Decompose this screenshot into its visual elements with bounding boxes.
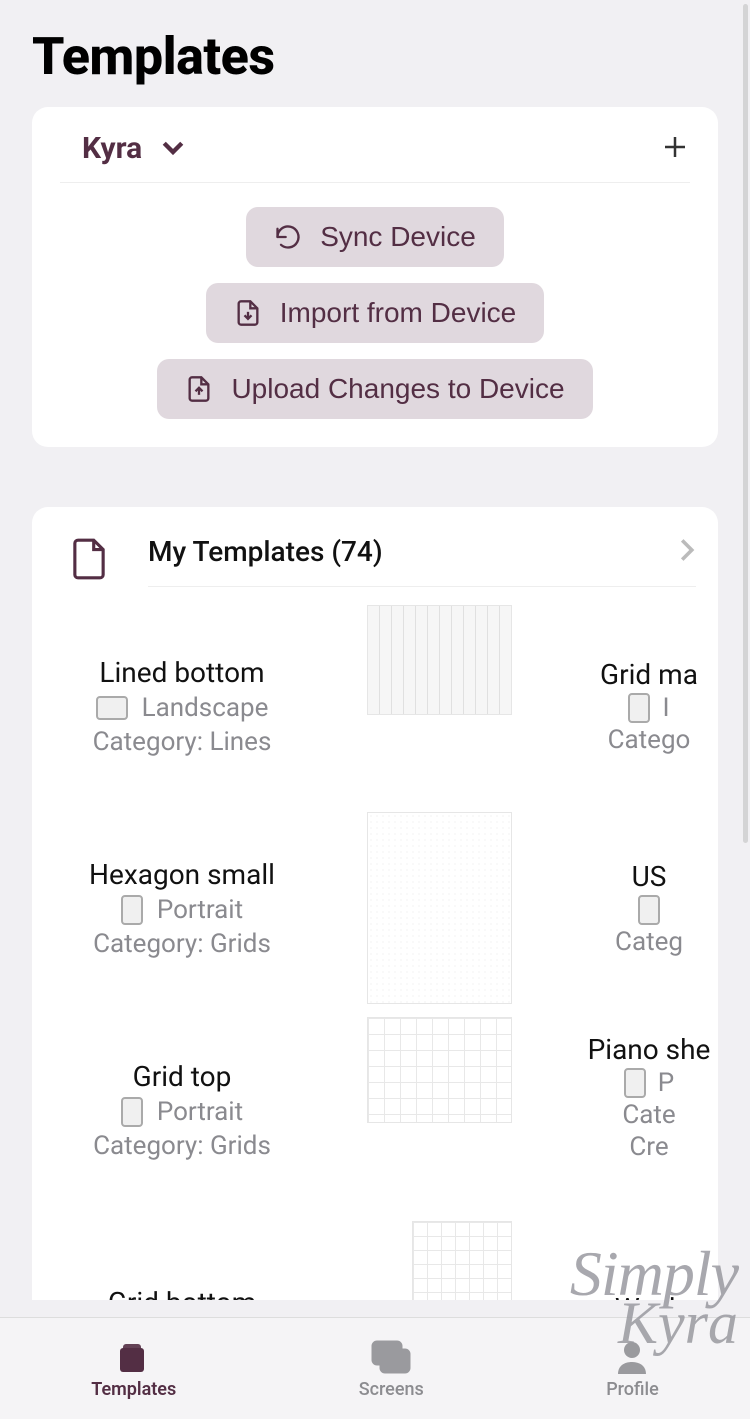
my-templates-section: My Templates (74) Lined bottom Landscape: [32, 507, 718, 1300]
upload-changes-button[interactable]: Upload Changes to Device: [157, 359, 592, 419]
page-title: Templates: [32, 26, 718, 87]
template-preview: [412, 1221, 512, 1300]
chevron-down-icon: [158, 132, 188, 166]
portrait-icon: [624, 1068, 646, 1098]
profile-icon: [610, 1337, 654, 1377]
my-templates-header[interactable]: My Templates (74): [32, 527, 718, 605]
template-preview: [367, 1017, 512, 1123]
portrait-icon: [628, 693, 650, 723]
template-name: Lined bottom: [99, 656, 264, 689]
scroll-indicator[interactable]: [743, 4, 748, 843]
template-item[interactable]: Lined bottom Landscape Category: Lines: [32, 605, 512, 807]
portrait-icon: [121, 1097, 143, 1127]
chevron-right-icon: [678, 538, 696, 566]
device-name: Kyra: [82, 131, 142, 166]
import-from-device-button[interactable]: Import from Device: [206, 283, 545, 343]
template-item[interactable]: Grid bottom: [32, 1211, 512, 1300]
tab-screens[interactable]: Screens: [359, 1337, 424, 1400]
file-upload-icon: [185, 375, 213, 403]
template-item[interactable]: Week: [512, 1211, 718, 1300]
template-preview: [367, 812, 512, 1004]
template-item[interactable]: Grid top Portrait Category: Grids: [32, 1009, 512, 1211]
sync-device-button[interactable]: Sync Device: [246, 207, 504, 267]
screens-icon: [369, 1337, 413, 1377]
refresh-icon: [274, 223, 302, 251]
template-item[interactable]: Hexagon small Portrait Category: Grids: [32, 807, 512, 1009]
tab-bar: Templates Screens Profile: [0, 1317, 750, 1419]
template-item[interactable]: US Categ: [512, 807, 718, 1009]
tab-profile[interactable]: Profile: [606, 1337, 659, 1400]
file-import-icon: [234, 299, 262, 327]
device-card: Kyra Sync Device Import from Device Uplo: [32, 107, 718, 447]
landscape-icon: [96, 696, 128, 720]
template-preview: [367, 605, 512, 715]
template-name: Hexagon small: [89, 858, 275, 891]
template-name: Grid bottom: [108, 1286, 256, 1301]
template-item[interactable]: Piano she P Cate Cre: [512, 1009, 718, 1211]
device-selector[interactable]: Kyra: [60, 131, 188, 166]
my-templates-title: My Templates (74): [148, 535, 383, 568]
tab-templates[interactable]: Templates: [91, 1337, 176, 1400]
add-button[interactable]: [660, 132, 690, 166]
document-icon: [70, 537, 108, 585]
templates-list: Lined bottom Landscape Category: Lines G…: [32, 605, 718, 1300]
templates-icon: [112, 1337, 156, 1377]
template-name: Grid top: [133, 1060, 232, 1093]
template-item[interactable]: Grid ma I Catego: [512, 605, 718, 807]
portrait-icon: [638, 895, 660, 925]
portrait-icon: [121, 895, 143, 925]
